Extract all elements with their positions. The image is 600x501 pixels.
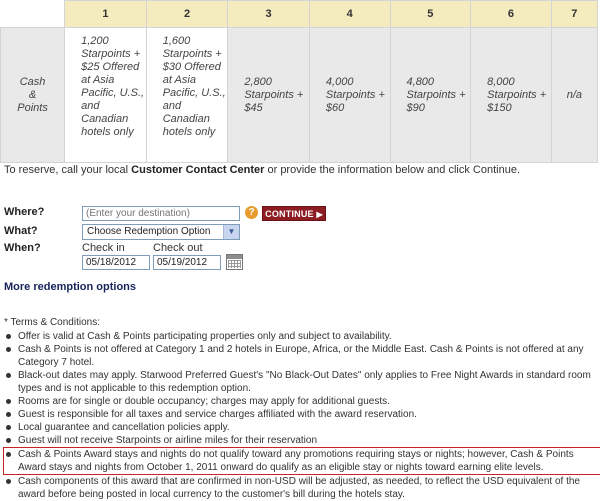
- bullet-icon: [6, 373, 11, 378]
- category-header-row: 1 2 3 4 5 6 7: [0, 0, 599, 28]
- terms-item-highlighted: Cash & Points Award stays and nights do …: [3, 447, 600, 475]
- row-label-line: Points: [17, 101, 48, 114]
- terms-item-text: Guest will not receive Starpoints or air…: [18, 435, 318, 446]
- terms-item: Rooms are for single or double occupancy…: [4, 395, 594, 408]
- terms-list: Offer is valid at Cash & Points particip…: [3, 330, 600, 501]
- terms-item-text: Black-out dates may apply. Starwood Pref…: [18, 370, 591, 394]
- category-7-cell: n/a: [550, 27, 599, 163]
- category-5-header: 5: [389, 0, 472, 28]
- chevron-down-icon[interactable]: ▼: [223, 225, 239, 239]
- row-label-cash-points: Cash & Points: [0, 27, 66, 163]
- bullet-icon: [6, 479, 11, 484]
- category-3-header: 3: [227, 0, 310, 28]
- calendar-icon[interactable]: [226, 254, 243, 270]
- what-label: What?: [4, 225, 38, 237]
- bullet-icon: [6, 334, 11, 339]
- category-5-cell: 4,800 Starpoints + $90: [389, 27, 472, 163]
- bullet-icon: [6, 452, 11, 457]
- when-label: When?: [4, 242, 41, 254]
- category-2-cell: 1,600 Starpoints + $30 Offered at Asia P…: [145, 27, 229, 163]
- cash-points-row: Cash & Points 1,200 Starpoints + $25 Off…: [0, 27, 599, 163]
- reserve-instructions: To reserve, call your local Customer Con…: [4, 164, 520, 176]
- continue-button[interactable]: CONTINUE ▶: [262, 206, 326, 221]
- category-3-cell: 2,800 Starpoints + $45: [227, 27, 310, 163]
- customer-contact-center-link[interactable]: Customer Contact Center: [131, 164, 264, 176]
- terms-item: Cash components of this award that are c…: [4, 475, 594, 501]
- more-redemption-options-link[interactable]: More redemption options: [4, 281, 136, 293]
- terms-item: Guest will not receive Starpoints or air…: [4, 434, 594, 447]
- terms-item-text: Guest is responsible for all taxes and s…: [18, 409, 417, 420]
- terms-item: Local guarantee and cancellation policie…: [4, 421, 594, 434]
- terms-item-text: Offer is valid at Cash & Points particip…: [18, 331, 392, 342]
- row-label-line: Cash: [19, 75, 46, 88]
- reserve-text-after: or provide the information below and cli…: [264, 164, 521, 176]
- checkin-date-input[interactable]: [82, 255, 150, 270]
- terms-item: Offer is valid at Cash & Points particip…: [4, 330, 594, 343]
- bullet-icon: [6, 347, 11, 352]
- arrow-right-icon: ▶: [316, 210, 323, 219]
- where-label: Where?: [4, 206, 45, 218]
- category-4-cell: 4,000 Starpoints + $60: [308, 27, 391, 163]
- header-blank-cell: [0, 0, 66, 28]
- bullet-icon: [6, 412, 11, 417]
- category-2-header: 2: [145, 0, 229, 28]
- terms-item-text: Cash & Points Award stays and nights do …: [18, 449, 574, 473]
- bullet-icon: [6, 399, 11, 404]
- category-1-header: 1: [64, 0, 147, 28]
- terms-item: Guest is responsible for all taxes and s…: [4, 408, 594, 421]
- category-6-cell: 8,000 Starpoints + $150: [470, 27, 552, 163]
- category-4-header: 4: [308, 0, 391, 28]
- checkout-date-input[interactable]: [153, 255, 221, 270]
- row-label-line: &: [28, 88, 37, 101]
- terms-item-text: Cash components of this award that are c…: [18, 476, 580, 500]
- terms-item-text: Local guarantee and cancellation policie…: [18, 422, 230, 433]
- terms-item-text: Rooms are for single or double occupancy…: [18, 396, 390, 407]
- redemption-option-select[interactable]: Choose Redemption Option ▼: [82, 224, 240, 240]
- category-7-header: 7: [550, 0, 599, 28]
- reserve-text-before: To reserve, call your local: [4, 164, 132, 176]
- continue-label: CONTINUE: [265, 209, 314, 219]
- checkin-label: Check in: [82, 242, 125, 254]
- award-chart-table: 1 2 3 4 5 6 7 Cash & Points 1,200 Starpo…: [0, 0, 599, 163]
- checkout-label: Check out: [153, 242, 203, 254]
- category-1-cell: 1,200 Starpoints + $25 Offered at Asia P…: [64, 27, 147, 163]
- redemption-option-value: Choose Redemption Option: [87, 226, 211, 237]
- terms-item: Black-out dates may apply. Starwood Pref…: [4, 369, 594, 395]
- terms-item-text: Cash & Points is not offered at Category…: [18, 344, 584, 368]
- category-6-header: 6: [470, 0, 552, 28]
- bullet-icon: [6, 425, 11, 430]
- terms-item: Cash & Points is not offered at Category…: [4, 343, 594, 369]
- destination-input[interactable]: [82, 206, 240, 221]
- help-icon[interactable]: ?: [245, 206, 258, 219]
- terms-heading: * Terms & Conditions:: [4, 317, 100, 328]
- bullet-icon: [6, 438, 11, 443]
